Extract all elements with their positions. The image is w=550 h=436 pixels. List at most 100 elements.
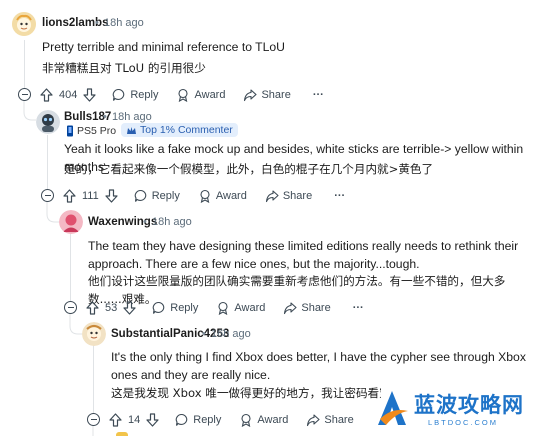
watermark-logo-icon (378, 391, 408, 425)
more-options-button[interactable]: ··· (313, 89, 324, 101)
share-label: Share (282, 190, 313, 202)
award-label: Award (194, 89, 226, 101)
share-button[interactable]: Share (265, 189, 312, 203)
thread-line-waxen (70, 232, 71, 302)
share-label: Share (261, 89, 291, 101)
downvote-button[interactable] (123, 301, 136, 315)
downvote-button[interactable] (83, 88, 96, 102)
upvote-icon (86, 301, 99, 315)
timestamp: 18h ago (152, 216, 192, 228)
reply-button[interactable]: Reply (152, 301, 198, 315)
thread-line-root (24, 40, 25, 90)
upvote-button[interactable] (109, 413, 122, 427)
award-label: Award (215, 190, 247, 202)
flair-console-label: PS5 Pro (77, 125, 117, 137)
share-icon (244, 89, 258, 102)
award-icon (178, 88, 189, 102)
reply-label: Reply (193, 414, 222, 426)
share-button[interactable]: Share (283, 301, 331, 315)
reply-button[interactable]: Reply (134, 189, 180, 203)
share-icon (307, 414, 320, 427)
avatar-bulls187[interactable] (36, 110, 60, 134)
comment-text-zh: 非常糟糕且对 TLoU 的引用很少 (42, 61, 206, 75)
downvote-icon (83, 88, 96, 102)
reply-icon (175, 413, 188, 426)
comment-actions: 53 Reply Award Share ··· (86, 298, 364, 318)
award-label: Award (257, 414, 289, 426)
downvote-icon (105, 189, 118, 203)
reply-label: Reply (151, 190, 180, 202)
reply-icon (134, 189, 146, 202)
badge-label: Top 1% Commenter (140, 124, 233, 136)
award-icon (200, 189, 210, 203)
collapse-thread-button[interactable] (41, 189, 54, 202)
comment-text-zh: 这是我发现 Xbox 唯一做得更好的地方，我让密码看穿 (111, 386, 381, 400)
next-comment-avatar-partial (116, 432, 128, 436)
share-label: Share (324, 414, 354, 426)
thread-line-bulls (47, 135, 48, 191)
share-icon (284, 302, 297, 315)
meta-separator: • (202, 328, 206, 340)
comment-text-en: Pretty terrible and minimal reference to… (42, 40, 285, 54)
more-options-button[interactable]: ··· (353, 302, 364, 314)
comment-actions: 111 Reply Award Share ··· (63, 186, 345, 206)
meta-separator: • (103, 111, 107, 123)
award-button[interactable]: Award (216, 301, 265, 315)
share-button[interactable]: Share (243, 88, 291, 102)
downvote-icon (146, 413, 159, 427)
user-flair-console: PS5 Pro (66, 125, 116, 137)
award-icon (218, 301, 228, 315)
upvote-button[interactable] (63, 189, 76, 203)
upvote-icon (63, 189, 76, 203)
vote-count: 111 (82, 190, 99, 202)
award-icon (241, 413, 251, 427)
timestamp: 18h ago (112, 111, 152, 123)
timestamp: 16h ago (211, 328, 251, 340)
comment-text-zh: 是的，它看起来像一个假模型，此外，白色的棍子在几个月内就>黄色了 (64, 162, 434, 176)
collapse-thread-button[interactable] (64, 301, 77, 314)
console-icon (67, 125, 73, 137)
upvote-icon (40, 88, 53, 102)
upvote-button[interactable] (86, 301, 99, 315)
comment-text-en: The team they have designing these limit… (88, 239, 519, 271)
award-label: Award (234, 302, 266, 314)
award-button[interactable]: Award (176, 88, 225, 102)
upvote-icon (109, 413, 122, 427)
reply-label: Reply (170, 302, 199, 314)
vote-count: 404 (59, 89, 78, 101)
comment-actions: 14 Reply Award Share (109, 410, 354, 430)
collapse-thread-button[interactable] (18, 88, 31, 101)
reply-button[interactable]: Reply (112, 88, 158, 102)
award-button[interactable]: Award (198, 189, 247, 203)
comment-text-en: It's the only thing I find Xbox does bet… (111, 350, 526, 382)
badge-icon (127, 126, 136, 134)
downvote-button[interactable] (146, 413, 159, 427)
reply-label: Reply (130, 89, 159, 101)
reply-icon (152, 301, 165, 314)
thread-line-panic (93, 345, 94, 415)
vote-count: 53 (105, 302, 118, 314)
collapse-thread-button[interactable] (87, 413, 100, 426)
avatar-lions2lambs[interactable] (12, 12, 36, 36)
share-label: Share (301, 302, 331, 314)
downvote-button[interactable] (105, 189, 118, 203)
avatar-waxenwings[interactable] (59, 210, 83, 234)
vote-count: 14 (128, 414, 141, 426)
meta-separator: • (95, 17, 99, 29)
reply-button[interactable]: Reply (175, 413, 221, 427)
downvote-icon (123, 301, 136, 315)
upvote-button[interactable] (40, 88, 53, 102)
watermark-title: 蓝波攻略网 (414, 393, 524, 417)
comment-actions: 404 Reply Award Share ··· (40, 85, 324, 105)
site-watermark: 蓝波攻略网 LBTDOC.COM (370, 385, 550, 436)
avatar-substantialpanic4253[interactable] (82, 322, 106, 346)
share-icon (265, 190, 279, 203)
timestamp: 18h ago (104, 17, 144, 29)
award-button[interactable]: Award (239, 413, 288, 427)
reply-icon (113, 88, 125, 101)
watermark-subtitle: LBTDOC.COM (428, 418, 499, 427)
share-button[interactable]: Share (306, 413, 354, 427)
top-commenter-badge: Top 1% Commenter (121, 123, 238, 137)
meta-separator: • (143, 216, 147, 228)
more-options-button[interactable]: ··· (334, 190, 345, 202)
